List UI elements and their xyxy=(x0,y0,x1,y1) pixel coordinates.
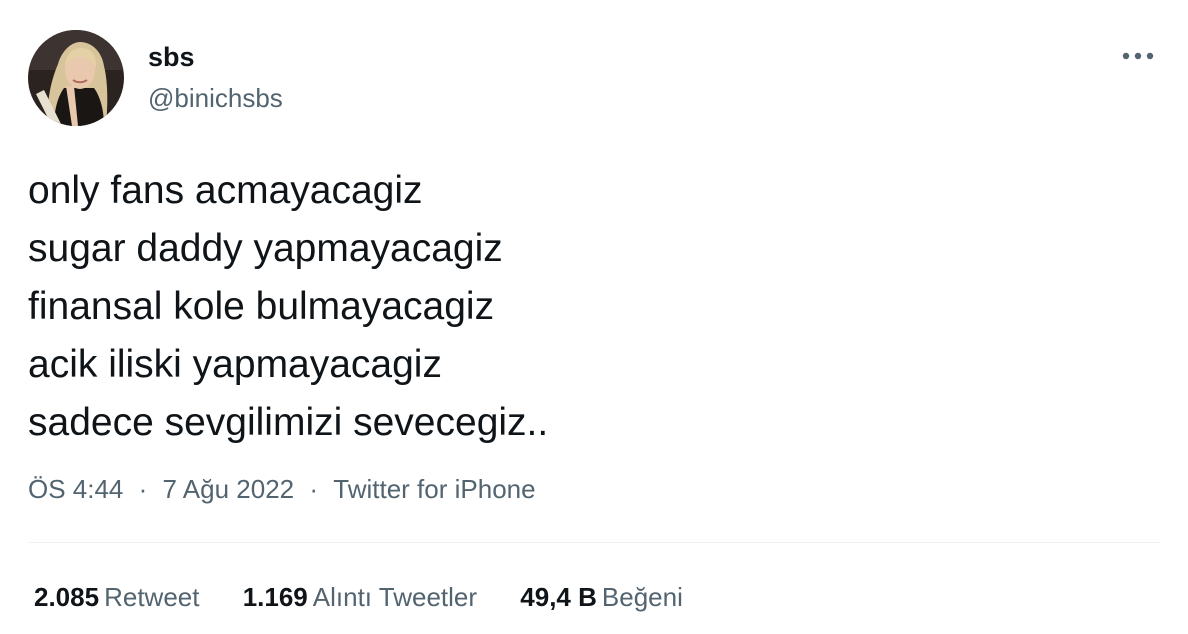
retweets-count: 2.085 xyxy=(34,582,100,612)
retweets-label: Retweet xyxy=(104,582,200,612)
user-handle[interactable]: @binichsbs xyxy=(148,83,283,114)
separator: · xyxy=(309,474,319,504)
divider xyxy=(28,542,1160,543)
profile-photo-icon xyxy=(28,30,124,126)
likes-label: Beğeni xyxy=(601,582,683,612)
tweet-line: finansal kole bulmayacagiz xyxy=(28,285,495,328)
tweet-time[interactable]: ÖS 4:44 xyxy=(28,474,123,505)
tweet-date[interactable]: 7 Ağu 2022 xyxy=(163,474,295,505)
quotes-stat[interactable]: 1.169 Alıntı Tweetler xyxy=(243,582,477,613)
more-options-button[interactable] xyxy=(1118,40,1158,72)
tweet-card: sbs @binichsbs only fans acmayacagiz sug… xyxy=(0,0,1188,634)
likes-stat[interactable]: 49,4 B Beğeni xyxy=(520,582,683,613)
separator: · xyxy=(138,474,148,504)
tweet-metadata: ÖS 4:44 · 7 Ağu 2022 · Twitter for iPhon… xyxy=(28,474,536,505)
engagement-stats: 2.085 Retweet 1.169 Alıntı Tweetler 49,4 B… xyxy=(34,582,719,613)
tweet-line: only fans acmayacagiz xyxy=(28,169,423,212)
tweet-text: only fans acmayacagiz sugar daddy yapmay… xyxy=(28,162,1148,452)
likes-count: 49,4 B xyxy=(520,582,597,612)
tweet-line: sugar daddy yapmayacagiz xyxy=(28,227,503,270)
tweet-source[interactable]: Twitter for iPhone xyxy=(333,474,535,505)
quotes-label: Alıntı Tweetler xyxy=(312,582,478,612)
more-icon xyxy=(1122,52,1154,60)
tweet-line: sadece sevgilimizi sevecegiz.. xyxy=(28,401,549,444)
retweets-stat[interactable]: 2.085 Retweet xyxy=(34,582,199,613)
display-name[interactable]: sbs xyxy=(148,42,195,73)
avatar[interactable] xyxy=(28,30,124,126)
quotes-count: 1.169 xyxy=(242,582,308,612)
tweet-line: acik iliski yapmayacagiz xyxy=(28,343,442,386)
